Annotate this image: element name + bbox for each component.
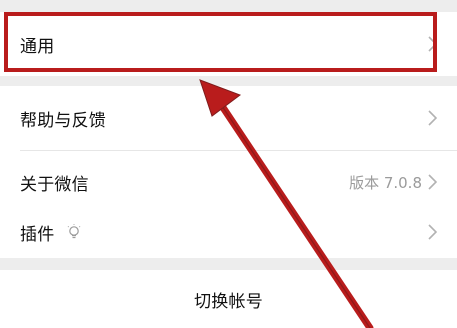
version-value: 版本 7.0.8 (349, 173, 422, 192)
settings-item-general-label: 通用 (20, 36, 55, 57)
settings-group-help: 帮助与反馈 关于微信 版本 7.0.8 (0, 86, 457, 214)
settings-item-general[interactable]: 通用 (0, 12, 457, 76)
settings-item-help-feedback[interactable]: 帮助与反馈 (0, 86, 457, 150)
settings-item-plugins[interactable]: 插件 (0, 206, 457, 258)
settings-group-account: 切换帐号 (0, 270, 457, 328)
switch-account-button[interactable]: 切换帐号 (0, 270, 457, 328)
settings-group-general: 通用 (0, 12, 457, 76)
settings-item-about-label: 关于微信 (20, 174, 89, 195)
chevron-right-icon (428, 36, 437, 52)
top-spacer (0, 0, 457, 12)
section-gap (0, 258, 457, 270)
settings-item-help-feedback-label: 帮助与反馈 (20, 110, 106, 131)
section-gap (0, 76, 457, 86)
chevron-right-icon (428, 174, 437, 190)
chevron-right-icon (428, 224, 437, 240)
lightbulb-icon (66, 224, 82, 240)
settings-item-about[interactable]: 关于微信 版本 7.0.8 (0, 150, 457, 214)
settings-item-plugins-label: 插件 (20, 224, 55, 245)
switch-account-label: 切换帐号 (194, 291, 263, 312)
settings-group-plugins: 插件 (0, 206, 457, 258)
chevron-right-icon (428, 110, 437, 126)
